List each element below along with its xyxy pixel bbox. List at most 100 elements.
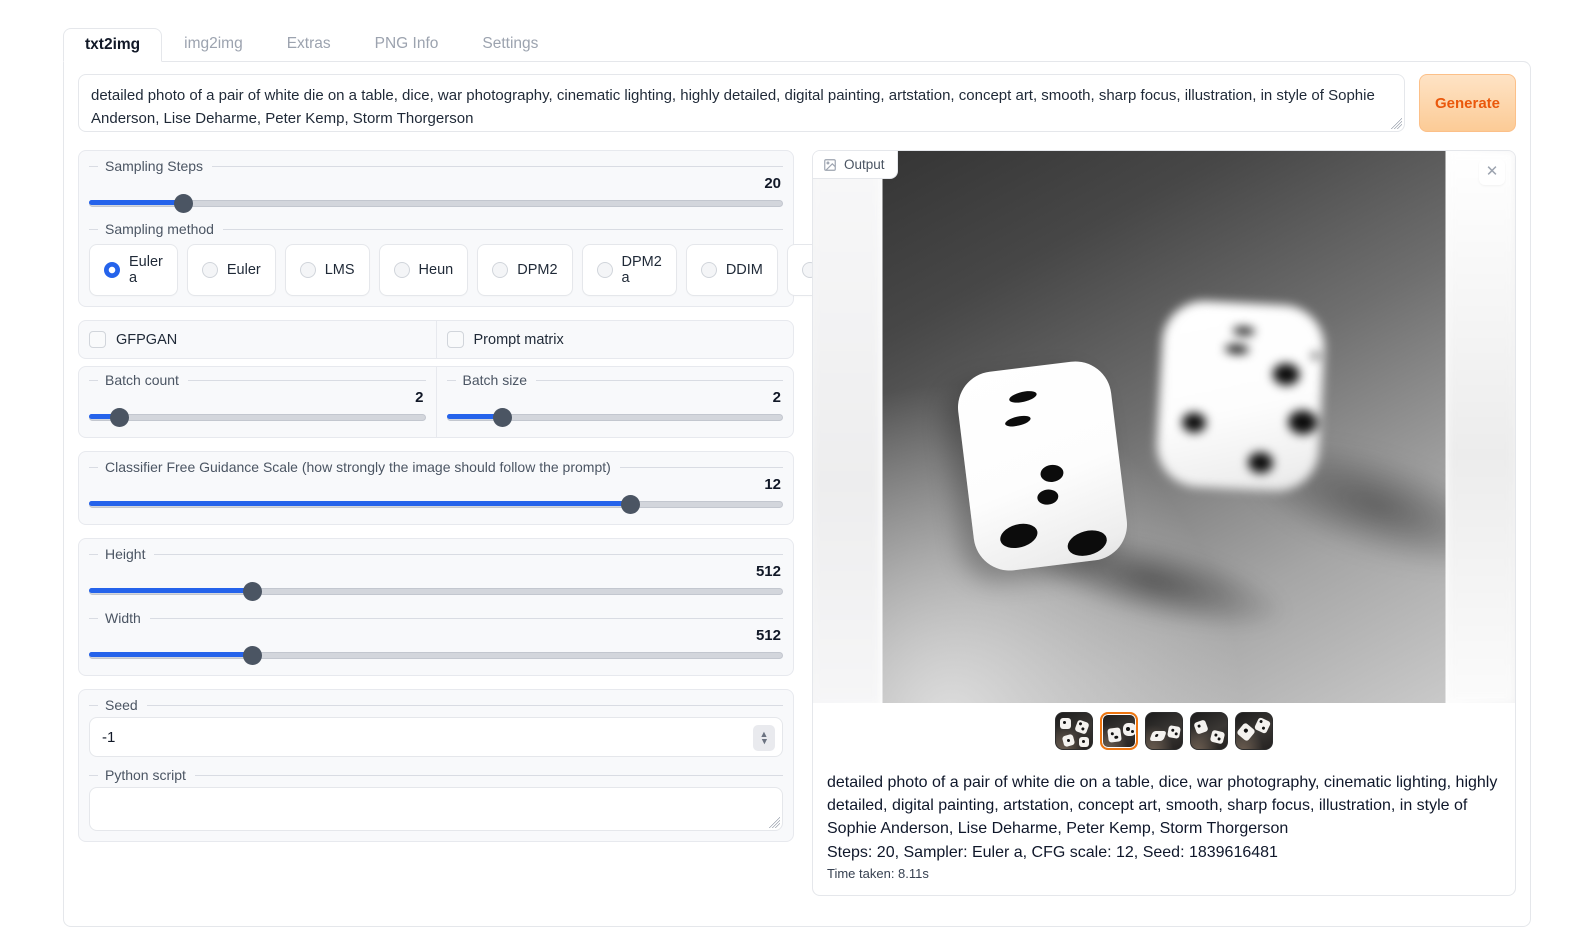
generated-image[interactable] — [883, 151, 1446, 703]
slider-track — [89, 414, 426, 421]
slider-track — [89, 200, 783, 207]
prompt-matrix-checkbox[interactable]: Prompt matrix — [447, 331, 784, 348]
radio-lms[interactable]: LMS — [285, 244, 370, 296]
slider-track — [89, 588, 783, 595]
batch-size-slider[interactable] — [447, 408, 784, 427]
slider-knob[interactable] — [110, 408, 129, 427]
die-focused — [954, 357, 1131, 574]
prompt-input[interactable]: detailed photo of a pair of white die on… — [78, 74, 1405, 132]
slider-knob[interactable] — [243, 646, 262, 665]
height-label: Height — [89, 545, 783, 563]
image-icon — [823, 158, 837, 172]
seed-input[interactable]: -1 ▲▲ — [89, 717, 783, 757]
sampling-method-label: Sampling method — [89, 220, 783, 238]
radio-dot-icon — [597, 262, 613, 278]
tab-png-info[interactable]: PNG Info — [353, 27, 461, 61]
radio-label: DPM2 — [517, 262, 557, 278]
tab-extras[interactable]: Extras — [265, 27, 353, 61]
width-label: Width — [89, 609, 783, 627]
batch-count-label: Batch count — [89, 371, 426, 389]
slider-fill — [89, 652, 252, 657]
tab-txt2img[interactable]: txt2img — [63, 28, 162, 62]
die-pip — [1182, 412, 1207, 433]
die-pip — [1272, 363, 1300, 386]
close-output-button[interactable]: ✕ — [1479, 159, 1505, 185]
tab-img2img[interactable]: img2img — [162, 27, 265, 61]
seed-label: Seed — [89, 696, 783, 714]
viewer-blur-left — [813, 151, 879, 703]
toggles-group: GFPGAN Prompt matrix — [78, 320, 794, 359]
cfg-value: 12 — [89, 476, 783, 493]
width-value: 512 — [89, 627, 783, 644]
gfpgan-checkbox[interactable]: GFPGAN — [89, 331, 426, 348]
batch-count-slider[interactable] — [89, 408, 426, 427]
output-label: Output — [844, 157, 885, 172]
thumbnail-1[interactable] — [1055, 712, 1093, 750]
output-chip: Output — [813, 151, 898, 179]
seed-group: Seed -1 ▲▲ Python script — [78, 689, 794, 842]
checkbox-icon — [89, 331, 106, 348]
slider-track — [89, 501, 783, 508]
tab-bar: txt2img img2img Extras PNG Info Settings — [63, 27, 1531, 61]
radio-dpm2[interactable]: DPM2 — [477, 244, 572, 296]
die-pip — [1288, 410, 1318, 435]
radio-euler[interactable]: Euler — [187, 244, 276, 296]
generate-button[interactable]: Generate — [1419, 74, 1516, 132]
thumbnail-strip — [813, 703, 1515, 759]
sampling-steps-value: 20 — [89, 175, 783, 192]
slider-knob[interactable] — [174, 194, 193, 213]
cfg-label: Classifier Free Guidance Scale (how stro… — [89, 458, 783, 476]
radio-dot-icon — [394, 262, 410, 278]
thumbnail-3[interactable] — [1145, 712, 1183, 750]
generation-info: detailed photo of a pair of white die on… — [813, 759, 1515, 895]
radio-euler-a[interactable]: Euler a — [89, 244, 178, 296]
width-slider[interactable] — [89, 646, 783, 665]
radio-ddim[interactable]: DDIM — [686, 244, 778, 296]
resize-grip-icon[interactable] — [1389, 116, 1402, 129]
seed-value: -1 — [102, 729, 115, 746]
thumbnail-4[interactable] — [1190, 712, 1228, 750]
gfpgan-label: GFPGAN — [116, 332, 177, 348]
height-slider[interactable] — [89, 582, 783, 601]
die-blurred — [1155, 299, 1327, 493]
viewer-blur-right — [1447, 151, 1515, 703]
batch-group: Batch count 2 Batch size 2 — [78, 366, 794, 438]
info-prompt-text: detailed photo of a pair of white die on… — [827, 771, 1501, 840]
number-spinner[interactable]: ▲▲ — [753, 725, 775, 751]
tab-settings[interactable]: Settings — [460, 27, 560, 61]
slider-knob[interactable] — [493, 408, 512, 427]
die-pip — [1008, 389, 1038, 405]
die-pip — [1233, 327, 1255, 336]
slider-knob[interactable] — [621, 495, 640, 514]
radio-dot-icon — [202, 262, 218, 278]
radio-dot-icon — [104, 262, 120, 278]
app-root: txt2img img2img Extras PNG Info Settings… — [0, 0, 1594, 927]
die-pip — [1248, 452, 1274, 474]
thumbnail-2-selected[interactable] — [1100, 712, 1138, 750]
cfg-group: Classifier Free Guidance Scale (how stro… — [78, 451, 794, 525]
radio-heun[interactable]: Heun — [379, 244, 469, 296]
batch-size-value: 2 — [447, 389, 784, 406]
slider-knob[interactable] — [243, 582, 262, 601]
resize-grip-icon[interactable] — [767, 815, 780, 828]
prompt-matrix-label: Prompt matrix — [474, 332, 564, 348]
info-params-text: Steps: 20, Sampler: Euler a, CFG scale: … — [827, 841, 1501, 864]
sampling-steps-slider[interactable] — [89, 194, 783, 213]
sampling-method-options: Euler a Euler LMS Heun DPM2 DPM2 a DDIM … — [89, 244, 783, 296]
slider-fill — [89, 200, 183, 205]
sampling-group: Sampling Steps 20 Sampling method Euler … — [78, 150, 794, 307]
python-script-input[interactable] — [89, 787, 783, 831]
radio-label: Heun — [419, 262, 454, 278]
radio-dpm2-a[interactable]: DPM2 a — [582, 244, 677, 296]
output-image-viewer[interactable]: Output ✕ — [813, 151, 1515, 703]
radio-label: Euler a — [129, 254, 163, 286]
txt2img-panel: detailed photo of a pair of white die on… — [63, 61, 1531, 927]
radio-dot-icon — [701, 262, 717, 278]
die-pip — [1312, 353, 1319, 359]
cfg-slider[interactable] — [89, 495, 783, 514]
radio-label: DPM2 a — [622, 254, 662, 286]
slider-track — [89, 652, 783, 659]
thumbnail-5[interactable] — [1235, 712, 1273, 750]
output-panel: Output ✕ — [812, 150, 1516, 896]
python-script-label: Python script — [89, 766, 783, 784]
